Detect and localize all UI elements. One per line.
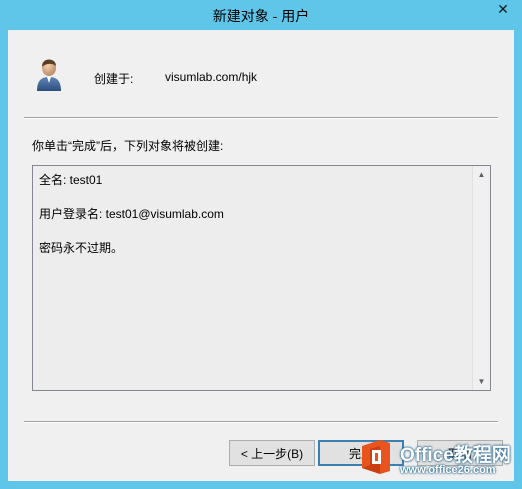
close-icon: ✕ bbox=[497, 1, 509, 17]
summary-line-logon: 用户登录名: test01@visumlab.com bbox=[39, 207, 224, 221]
scroll-up-button[interactable]: ▲ bbox=[473, 166, 490, 183]
window-title: 新建对象 - 用户 bbox=[212, 8, 310, 24]
office-logo-icon bbox=[362, 440, 390, 474]
vertical-scrollbar[interactable]: ▲ ▼ bbox=[472, 166, 490, 390]
close-button[interactable]: ✕ bbox=[490, 0, 516, 19]
summary-textbox[interactable]: 全名: test01 用户登录名: test01@visumlab.com 密码… bbox=[32, 165, 491, 391]
summary-line-password: 密码永不过期。 bbox=[39, 241, 124, 255]
instruction-text: 你单击“完成”后，下列对象将被创建: bbox=[32, 139, 224, 153]
back-button[interactable]: < 上一步(B) bbox=[229, 440, 315, 466]
title-bar[interactable]: 新建对象 - 用户 ✕ bbox=[0, 0, 522, 30]
watermark-name: Office教程网 bbox=[400, 445, 511, 466]
created-in-label: 创建于: bbox=[94, 72, 134, 86]
dialog-window: 新建对象 - 用户 ✕ 创建于: visumlab.com/hjk 你单击“完成… bbox=[0, 0, 522, 489]
watermark: Office教程网 www.office26.com bbox=[352, 436, 522, 489]
chevron-down-icon: ▼ bbox=[477, 377, 486, 386]
dialog-client-area: 创建于: visumlab.com/hjk 你单击“完成”后，下列对象将被创建:… bbox=[8, 30, 514, 481]
summary-content: 全名: test01 用户登录名: test01@visumlab.com 密码… bbox=[39, 172, 470, 257]
watermark-url: www.office26.com bbox=[400, 464, 496, 476]
user-icon bbox=[37, 59, 61, 91]
chevron-up-icon: ▲ bbox=[477, 170, 486, 179]
separator-bottom bbox=[24, 421, 498, 423]
scroll-down-button[interactable]: ▼ bbox=[473, 373, 490, 390]
created-in-value: visumlab.com/hjk bbox=[165, 70, 258, 84]
separator-top bbox=[24, 117, 498, 119]
summary-line-fullname: 全名: test01 bbox=[39, 173, 103, 187]
